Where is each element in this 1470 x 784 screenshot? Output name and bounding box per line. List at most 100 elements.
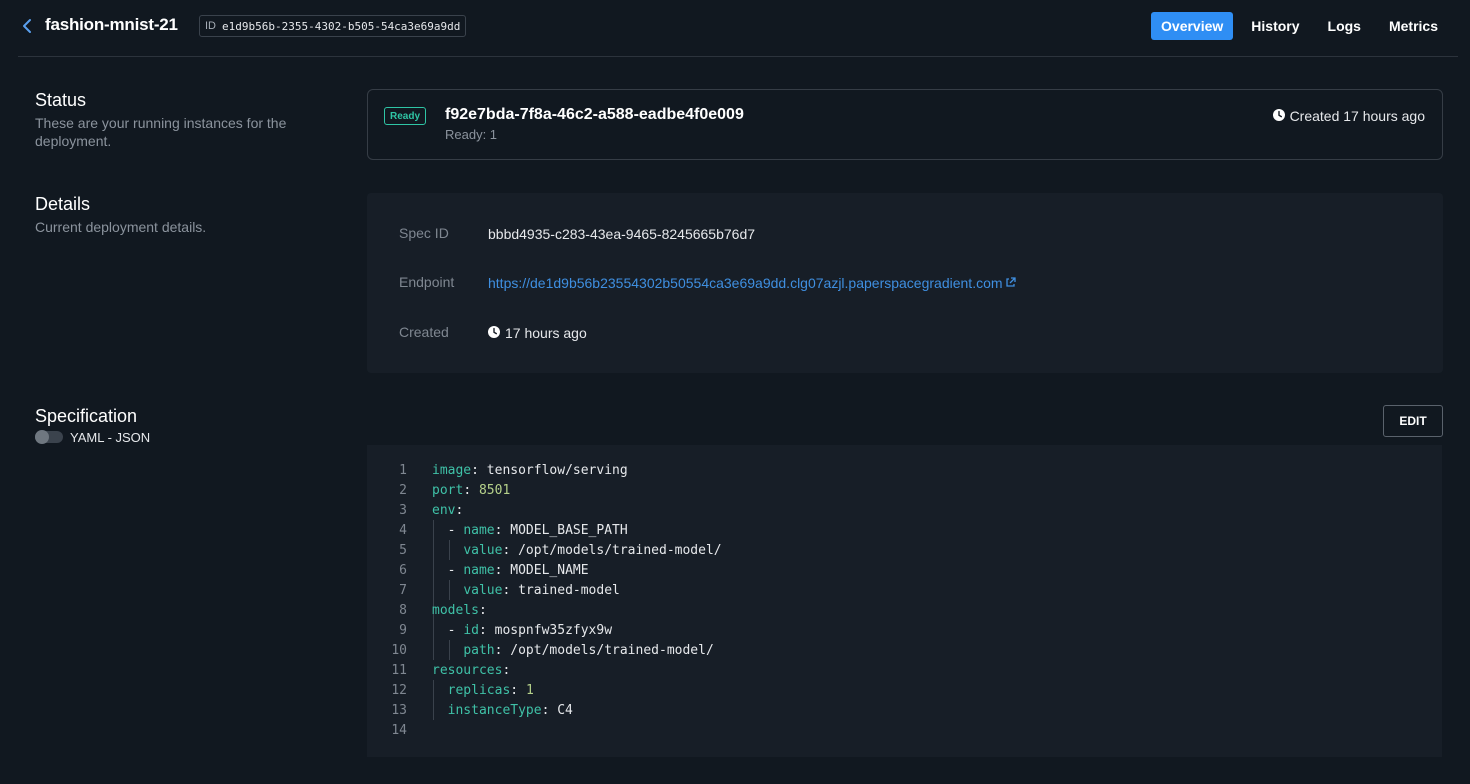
spec-code-editor[interactable]: 1 image: tensorflow/serving 2 port: 8501 3 en…	[367, 445, 1442, 757]
instance-id: f92e7bda-7f8a-46c2-a588-eadbe4f0e009	[445, 106, 744, 123]
yaml-separator: :	[502, 582, 519, 598]
code-text: path: /opt/models/trained-model/	[432, 642, 714, 658]
yaml-key: instanceType	[447, 702, 542, 718]
code-text: port: 8501	[432, 483, 510, 498]
yaml-separator: :	[494, 642, 511, 658]
yaml-value: MODEL_BASE_PATH	[510, 522, 628, 538]
yaml-value: 8501	[478, 482, 511, 498]
top-bar: fashion-mnist-21 ID e1d9b56b-2355-4302-b…	[0, 0, 1470, 57]
toggle-knob[interactable]	[35, 430, 49, 444]
deployment-title: fashion-mnist-21	[45, 15, 178, 34]
yaml-separator: :	[463, 482, 479, 498]
code-text: image: tensorflow/serving	[432, 463, 628, 478]
back-chevron-icon[interactable]	[20, 16, 36, 36]
code-line: 4 - name: MODEL_BASE_PATH	[367, 520, 628, 540]
line-number: 9	[399, 622, 407, 638]
code-line: 12 replicas: 1	[367, 680, 533, 700]
id-value: e1d9b56b-2355-4302-b505-54ca3e69a9dd	[222, 19, 461, 33]
code-text: resources:	[432, 663, 510, 678]
code-text: - id: mospnfw35zfyx9w	[432, 623, 612, 638]
yaml-key: env	[432, 502, 456, 518]
code-line: 10 path: /opt/models/trained-model/	[367, 640, 713, 660]
code-line: 2 port: 8501	[367, 480, 510, 500]
code-text: - name: MODEL_BASE_PATH	[432, 523, 628, 538]
code-line: 5 value: /opt/models/trained-model/	[367, 540, 721, 560]
code-line: 11 resources:	[367, 660, 510, 680]
line-number: 4	[399, 522, 407, 538]
created-label: Created	[399, 324, 449, 340]
yaml-key: image	[432, 462, 472, 478]
instance-created-text: Created 17 hours ago	[1289, 108, 1425, 124]
id-label: ID	[205, 20, 216, 32]
nav-tabs: Overview History Logs Metrics	[1151, 12, 1448, 40]
endpoint-link[interactable]: https://de1d9b56b23554302b50554ca3e69a9d…	[488, 275, 1003, 291]
clock-icon	[488, 325, 500, 341]
yaml-key: resources	[432, 662, 503, 678]
yaml-value: /opt/models/trained-model/	[510, 642, 714, 658]
tab-overview[interactable]: Overview	[1151, 12, 1234, 40]
line-number: 14	[391, 722, 407, 738]
created-value: 17 hours ago	[505, 325, 587, 341]
line-number: 3	[399, 502, 407, 518]
edit-button[interactable]: EDIT	[1383, 405, 1443, 437]
status-description: These are your running instances for the…	[35, 115, 287, 149]
code-text: value: trained-model	[432, 583, 620, 598]
specification-title: Specification	[35, 406, 138, 426]
yaml-json-toggle[interactable]	[35, 430, 63, 444]
spec-id-label: Spec ID	[399, 225, 449, 241]
ready-badge: Ready	[384, 107, 427, 125]
line-number: 2	[399, 482, 407, 498]
details-card: Spec ID bbbd4935-c283-43ea-9465-8245665b…	[367, 193, 1443, 373]
instance-ready-count: Ready: 1	[445, 127, 498, 142]
code-line: 3 env:	[367, 500, 463, 520]
yaml-separator: :	[494, 562, 511, 578]
yaml-key: id	[463, 622, 479, 638]
external-link-icon[interactable]	[1005, 275, 1016, 291]
yaml-separator: :	[502, 662, 511, 678]
code-line: 14	[367, 720, 407, 740]
code-text: models:	[432, 603, 487, 618]
yaml-key: value	[463, 582, 503, 598]
tab-logs[interactable]: Logs	[1318, 12, 1371, 40]
header-divider	[18, 56, 1458, 57]
yaml-value: tensorflow/serving	[486, 462, 628, 478]
status-title: Status	[35, 90, 87, 110]
yaml-separator: :	[478, 622, 495, 638]
code-line: 13 instanceType: C4	[367, 700, 573, 720]
line-number: 13	[391, 702, 407, 718]
code-line: 9 - id: mospnfw35zfyx9w	[367, 620, 612, 640]
code-line: 8 models:	[367, 600, 487, 620]
code-indent: -	[432, 522, 464, 538]
line-number: 6	[399, 562, 407, 578]
code-line: 6 - name: MODEL_NAME	[367, 560, 588, 580]
endpoint-row: https://de1d9b56b23554302b50554ca3e69a9d…	[488, 275, 1016, 291]
yaml-key: replicas	[447, 682, 511, 698]
yaml-value: /opt/models/trained-model/	[518, 542, 722, 558]
code-indent: -	[432, 622, 464, 638]
tab-history[interactable]: History	[1241, 12, 1309, 40]
line-number: 10	[391, 642, 407, 658]
yaml-separator: :	[455, 502, 464, 518]
code-text: value: /opt/models/trained-model/	[432, 542, 722, 558]
tab-metrics[interactable]: Metrics	[1379, 12, 1448, 40]
clock-icon	[1272, 108, 1285, 124]
yaml-value: C4	[557, 702, 573, 718]
yaml-separator: :	[478, 602, 487, 618]
line-number: 5	[399, 542, 407, 558]
code-line: 1 image: tensorflow/serving	[367, 460, 628, 480]
details-description: Current deployment details.	[35, 219, 207, 235]
details-title: Details	[35, 194, 91, 214]
code-line: 7 value: trained-model	[367, 580, 620, 600]
code-text: replicas: 1	[432, 683, 534, 698]
endpoint-label: Endpoint	[399, 274, 455, 290]
deployment-id-chip: ID e1d9b56b-2355-4302-b505-54ca3e69a9dd	[199, 15, 467, 37]
yaml-value: mospnfw35zfyx9w	[494, 622, 613, 638]
line-number: 11	[391, 662, 407, 678]
yaml-key: name	[463, 522, 495, 538]
yaml-key: name	[463, 562, 495, 578]
